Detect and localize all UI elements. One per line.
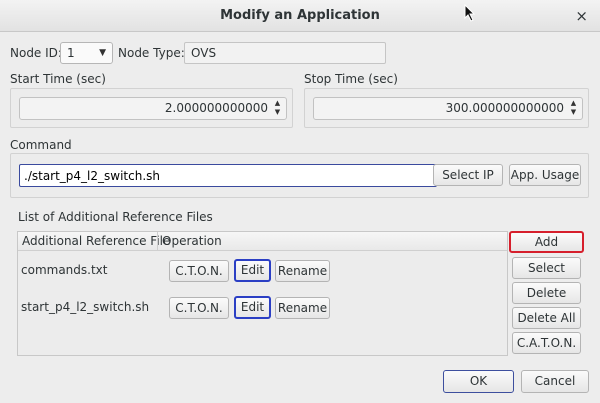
- node-id-value: 1: [67, 46, 75, 60]
- caton-button[interactable]: C.A.T.O.N.: [512, 332, 581, 354]
- title-bar: Modify an Application ×: [0, 0, 600, 32]
- ref-file-name: start_p4_l2_switch.sh: [21, 300, 150, 314]
- start-time-label: Start Time (sec): [10, 72, 106, 86]
- mouse-cursor-icon: [464, 4, 476, 22]
- ok-button[interactable]: OK: [443, 370, 514, 393]
- chevron-down-icon: ▼: [99, 48, 106, 58]
- ref-file-name: commands.txt: [21, 263, 108, 277]
- node-type-field: OVS: [184, 42, 386, 64]
- cton-button[interactable]: C.T.O.N.: [169, 297, 229, 319]
- select-ip-button[interactable]: Select IP: [433, 164, 503, 186]
- delete-all-button[interactable]: Delete All: [512, 307, 581, 329]
- spinner-arrows-icon[interactable]: ▲ ▼: [271, 99, 284, 118]
- window-title: Modify an Application: [220, 8, 380, 23]
- node-type-label: Node Type:: [118, 46, 185, 60]
- start-time-value: 2.000000000000: [164, 101, 268, 115]
- stop-time-group: 300.000000000000 ▲ ▼: [304, 88, 589, 128]
- cton-button[interactable]: C.T.O.N.: [169, 260, 229, 282]
- column-header-file[interactable]: Additional Reference File: [18, 232, 170, 250]
- start-time-group: 2.000000000000 ▲ ▼: [10, 88, 293, 128]
- start-time-spinner[interactable]: 2.000000000000 ▲ ▼: [19, 97, 287, 120]
- spinner-arrows-icon[interactable]: ▲ ▼: [567, 99, 580, 118]
- cancel-button[interactable]: Cancel: [521, 370, 589, 393]
- node-id-label: Node ID:: [10, 46, 62, 60]
- edit-button[interactable]: Edit: [234, 259, 271, 282]
- command-input[interactable]: [19, 164, 437, 187]
- select-button[interactable]: Select: [512, 257, 581, 279]
- column-header-operation[interactable]: Operation: [158, 232, 222, 250]
- ref-files-table: Additional Reference File Operation comm…: [17, 231, 508, 356]
- delete-button[interactable]: Delete: [512, 282, 581, 304]
- stop-time-value: 300.000000000000: [445, 101, 564, 115]
- stop-time-label: Stop Time (sec): [304, 72, 398, 86]
- command-label: Command: [10, 138, 72, 152]
- stop-time-spinner[interactable]: 300.000000000000 ▲ ▼: [313, 97, 583, 120]
- add-button[interactable]: Add: [509, 231, 584, 253]
- table-header: Additional Reference File Operation: [18, 232, 507, 251]
- edit-button[interactable]: Edit: [234, 296, 271, 319]
- node-id-combo[interactable]: 1 ▼: [60, 42, 113, 64]
- close-icon[interactable]: ×: [575, 7, 588, 25]
- rename-button[interactable]: Rename: [275, 297, 330, 319]
- rename-button[interactable]: Rename: [275, 260, 330, 282]
- ref-files-label: List of Additional Reference Files: [18, 210, 213, 224]
- app-usage-button[interactable]: App. Usage: [509, 164, 581, 186]
- command-group: Select IP App. Usage: [10, 153, 589, 198]
